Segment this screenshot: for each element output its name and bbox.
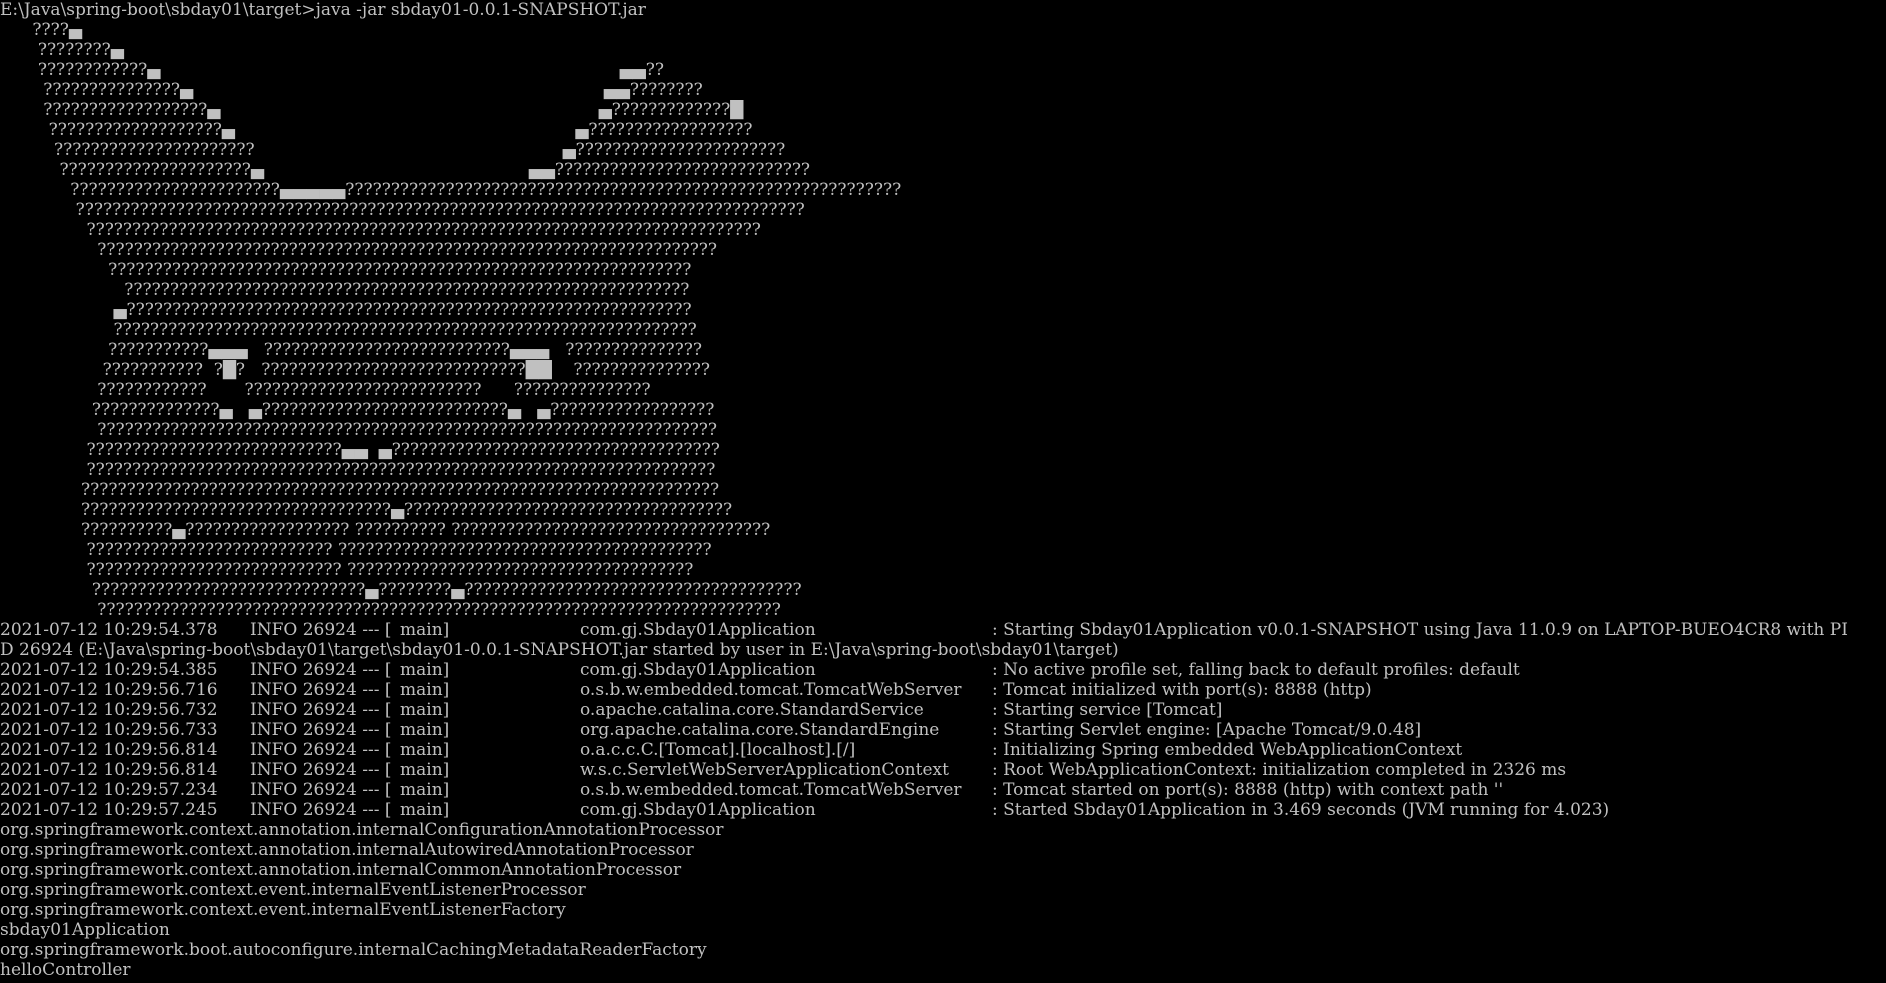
log-entry: 2021-07-12 10:29:57.234 INFO 26924 --- [ m… <box>0 780 1886 800</box>
bean-name-line: org.springframework.context.annotation.i… <box>0 840 694 860</box>
banner-line: ?????????????????????▄ ▄▄???????????????… <box>0 160 811 180</box>
log-thread: main] <box>400 720 450 740</box>
banner-line: ??????????????????▄ ▄?????????????█ <box>0 100 744 120</box>
log-timestamp: 2021-07-12 10:29:56.716 <box>0 680 218 700</box>
log-thread: main] <box>400 700 450 720</box>
log-thread: main] <box>400 800 450 820</box>
banner-line: ????????????????????????????????????????… <box>0 460 716 480</box>
log-thread: main] <box>400 620 450 640</box>
banner-line: ????????????????????????????????????????… <box>0 260 692 280</box>
log-timestamp: 2021-07-12 10:29:54.378 <box>0 620 218 640</box>
log-message: : Initializing Spring embedded WebApplic… <box>992 740 1463 760</box>
bean-name-list: org.springframework.context.annotation.i… <box>0 820 1886 980</box>
log-logger: w.s.c.ServletWebServerApplicationContext <box>580 760 949 780</box>
log-logger: o.s.b.w.embedded.tomcat.TomcatWebServer <box>580 780 962 800</box>
log-message: : Tomcat started on port(s): 8888 (http)… <box>992 780 1504 800</box>
banner-line: ??????????????????????????????????▄?????… <box>0 500 733 520</box>
log-logger: o.s.b.w.embedded.tomcat.TomcatWebServer <box>580 680 962 700</box>
log-entry: 2021-07-12 10:29:56.814 INFO 26924 --- [ m… <box>0 760 1886 780</box>
banner-line: ????????????????????????????????????????… <box>0 320 697 340</box>
log-logger: com.gj.Sbday01Application <box>580 660 816 680</box>
banner-line: ??????????▄?????????????????? ??????????… <box>0 520 771 540</box>
banner-line: ????????????????????????????????????????… <box>0 240 718 260</box>
banner-line: ????????????????????????????????????????… <box>0 420 718 440</box>
log-timestamp: 2021-07-12 10:29:56.814 <box>0 740 218 760</box>
log-level: INFO 26924 --- [ <box>250 800 392 820</box>
log-logger: com.gj.Sbday01Application <box>580 800 816 820</box>
banner-line: ???????????▄▄▄ ?????????????????????????… <box>0 340 702 360</box>
log-thread: main] <box>400 760 450 780</box>
banner-line: ??????????? ?█? ????????????????????????… <box>0 360 711 380</box>
log-entry: 2021-07-12 10:29:56.733 INFO 26924 --- [ m… <box>0 720 1886 740</box>
log-thread: main] <box>400 740 450 760</box>
log-level: INFO 26924 --- [ <box>250 620 392 640</box>
banner-line: ????????????????????????????????????????… <box>0 200 805 220</box>
log-entry: 2021-07-12 10:29:54.385 INFO 26924 --- [ m… <box>0 660 1886 680</box>
banner-line: ????????????????????????????????????????… <box>0 480 720 500</box>
log-timestamp: 2021-07-12 10:29:56.733 <box>0 720 218 740</box>
banner-line: ????????????????????????????????????????… <box>0 220 761 240</box>
log-logger: com.gj.Sbday01Application <box>580 620 816 640</box>
command-line: E:\Java\spring-boot\sbday01\target>java … <box>0 0 646 20</box>
log-level: INFO 26924 --- [ <box>250 700 392 720</box>
log-message: : Starting Servlet engine: [Apache Tomca… <box>992 720 1422 740</box>
log-level: INFO 26924 --- [ <box>250 760 392 780</box>
banner-line: ?????????????????????? ▄????????????????… <box>0 140 786 160</box>
log-message: : Root WebApplicationContext: initializa… <box>992 760 1567 780</box>
log-timestamp: 2021-07-12 10:29:57.234 <box>0 780 218 800</box>
log-entry: 2021-07-12 10:29:56.732 INFO 26924 --- [ m… <box>0 700 1886 720</box>
log-entry: 2021-07-12 10:29:54.378 INFO 26924 --- [ m… <box>0 620 1886 640</box>
log-message: : No active profile set, falling back to… <box>992 660 1520 680</box>
log-level: INFO 26924 --- [ <box>250 660 392 680</box>
banner-line: ????????????????????????????????????????… <box>0 600 781 620</box>
log-logger: o.apache.catalina.core.StandardService <box>580 700 924 720</box>
log-message: : Started Sbday01Application in 3.469 se… <box>992 800 1610 820</box>
bean-name-line: sbday01Application <box>0 920 170 940</box>
banner-line: ???????????????????????????? ???????????… <box>0 560 694 580</box>
banner-line: ????????????????????????????????????????… <box>0 280 690 300</box>
log-level: INFO 26924 --- [ <box>250 720 392 740</box>
log-logger: org.apache.catalina.core.StandardEngine <box>580 720 940 740</box>
banner-line: ???????????????????????▄▄▄▄▄????????????… <box>0 180 902 200</box>
log-entry: 2021-07-12 10:29:57.245 INFO 26924 --- [ m… <box>0 800 1886 820</box>
banner-line: ????▄ <box>0 20 82 40</box>
log-entry: 2021-07-12 10:29:56.814 INFO 26924 --- [ m… <box>0 740 1886 760</box>
banner-line: ??????????????????????????? ????????????… <box>0 540 712 560</box>
banner-line: ???????????????▄ ▄▄???????? <box>0 80 703 100</box>
log-thread: main] <box>400 780 450 800</box>
log-timestamp: 2021-07-12 10:29:54.385 <box>0 660 218 680</box>
banner-line: ▄???????????????????????????????????????… <box>0 300 692 320</box>
log-level: INFO 26924 --- [ <box>250 780 392 800</box>
bean-name-line: org.springframework.boot.autoconfigure.i… <box>0 940 707 960</box>
ascii-art-banner: ????▄ ????????▄ ????????????▄ ▄▄?? ?????… <box>0 20 1886 620</box>
banner-line: ??????????????????????????????▄????????▄… <box>0 580 802 600</box>
banner-line: ????????▄ <box>0 40 124 60</box>
bean-name-line: org.springframework.context.annotation.i… <box>0 860 682 880</box>
log-thread: main] <box>400 660 450 680</box>
bean-name-line: helloController <box>0 960 131 980</box>
bean-name-line: org.springframework.context.event.intern… <box>0 880 586 900</box>
banner-line: ???????????????????▄ ▄?????????????????? <box>0 120 753 140</box>
log-output: 2021-07-12 10:29:54.378 INFO 26924 --- [ m… <box>0 620 1886 820</box>
banner-line: ????????????▄ ▄▄?? <box>0 60 664 80</box>
banner-line: ????????????????????????????▄▄ ▄????????… <box>0 440 720 460</box>
log-message: : Starting Sbday01Application v0.0.1-SNA… <box>992 620 1848 640</box>
log-level: INFO 26924 --- [ <box>250 680 392 700</box>
log-message: : Starting service [Tomcat] <box>992 700 1223 720</box>
log-message: : Tomcat initialized with port(s): 8888 … <box>992 680 1372 700</box>
banner-line: ??????????????▄ ▄???????????????????????… <box>0 400 715 420</box>
log-thread: main] <box>400 680 450 700</box>
log-logger: o.a.c.c.C.[Tomcat].[localhost].[/] <box>580 740 856 760</box>
log-entry: 2021-07-12 10:29:56.716 INFO 26924 --- [ m… <box>0 680 1886 700</box>
log-timestamp: 2021-07-12 10:29:57.245 <box>0 800 218 820</box>
log-continuation-line: D 26924 (E:\Java\spring-boot\sbday01\tar… <box>0 640 1119 660</box>
log-level: INFO 26924 --- [ <box>250 740 392 760</box>
log-timestamp: 2021-07-12 10:29:56.732 <box>0 700 218 720</box>
console-window[interactable]: E:\Java\spring-boot\sbday01\target>java … <box>0 0 1886 983</box>
bean-name-line: org.springframework.context.event.intern… <box>0 900 566 920</box>
banner-line: ???????????? ?????????????????????????? … <box>0 380 651 400</box>
bean-name-line: org.springframework.context.annotation.i… <box>0 820 724 840</box>
log-timestamp: 2021-07-12 10:29:56.814 <box>0 760 218 780</box>
